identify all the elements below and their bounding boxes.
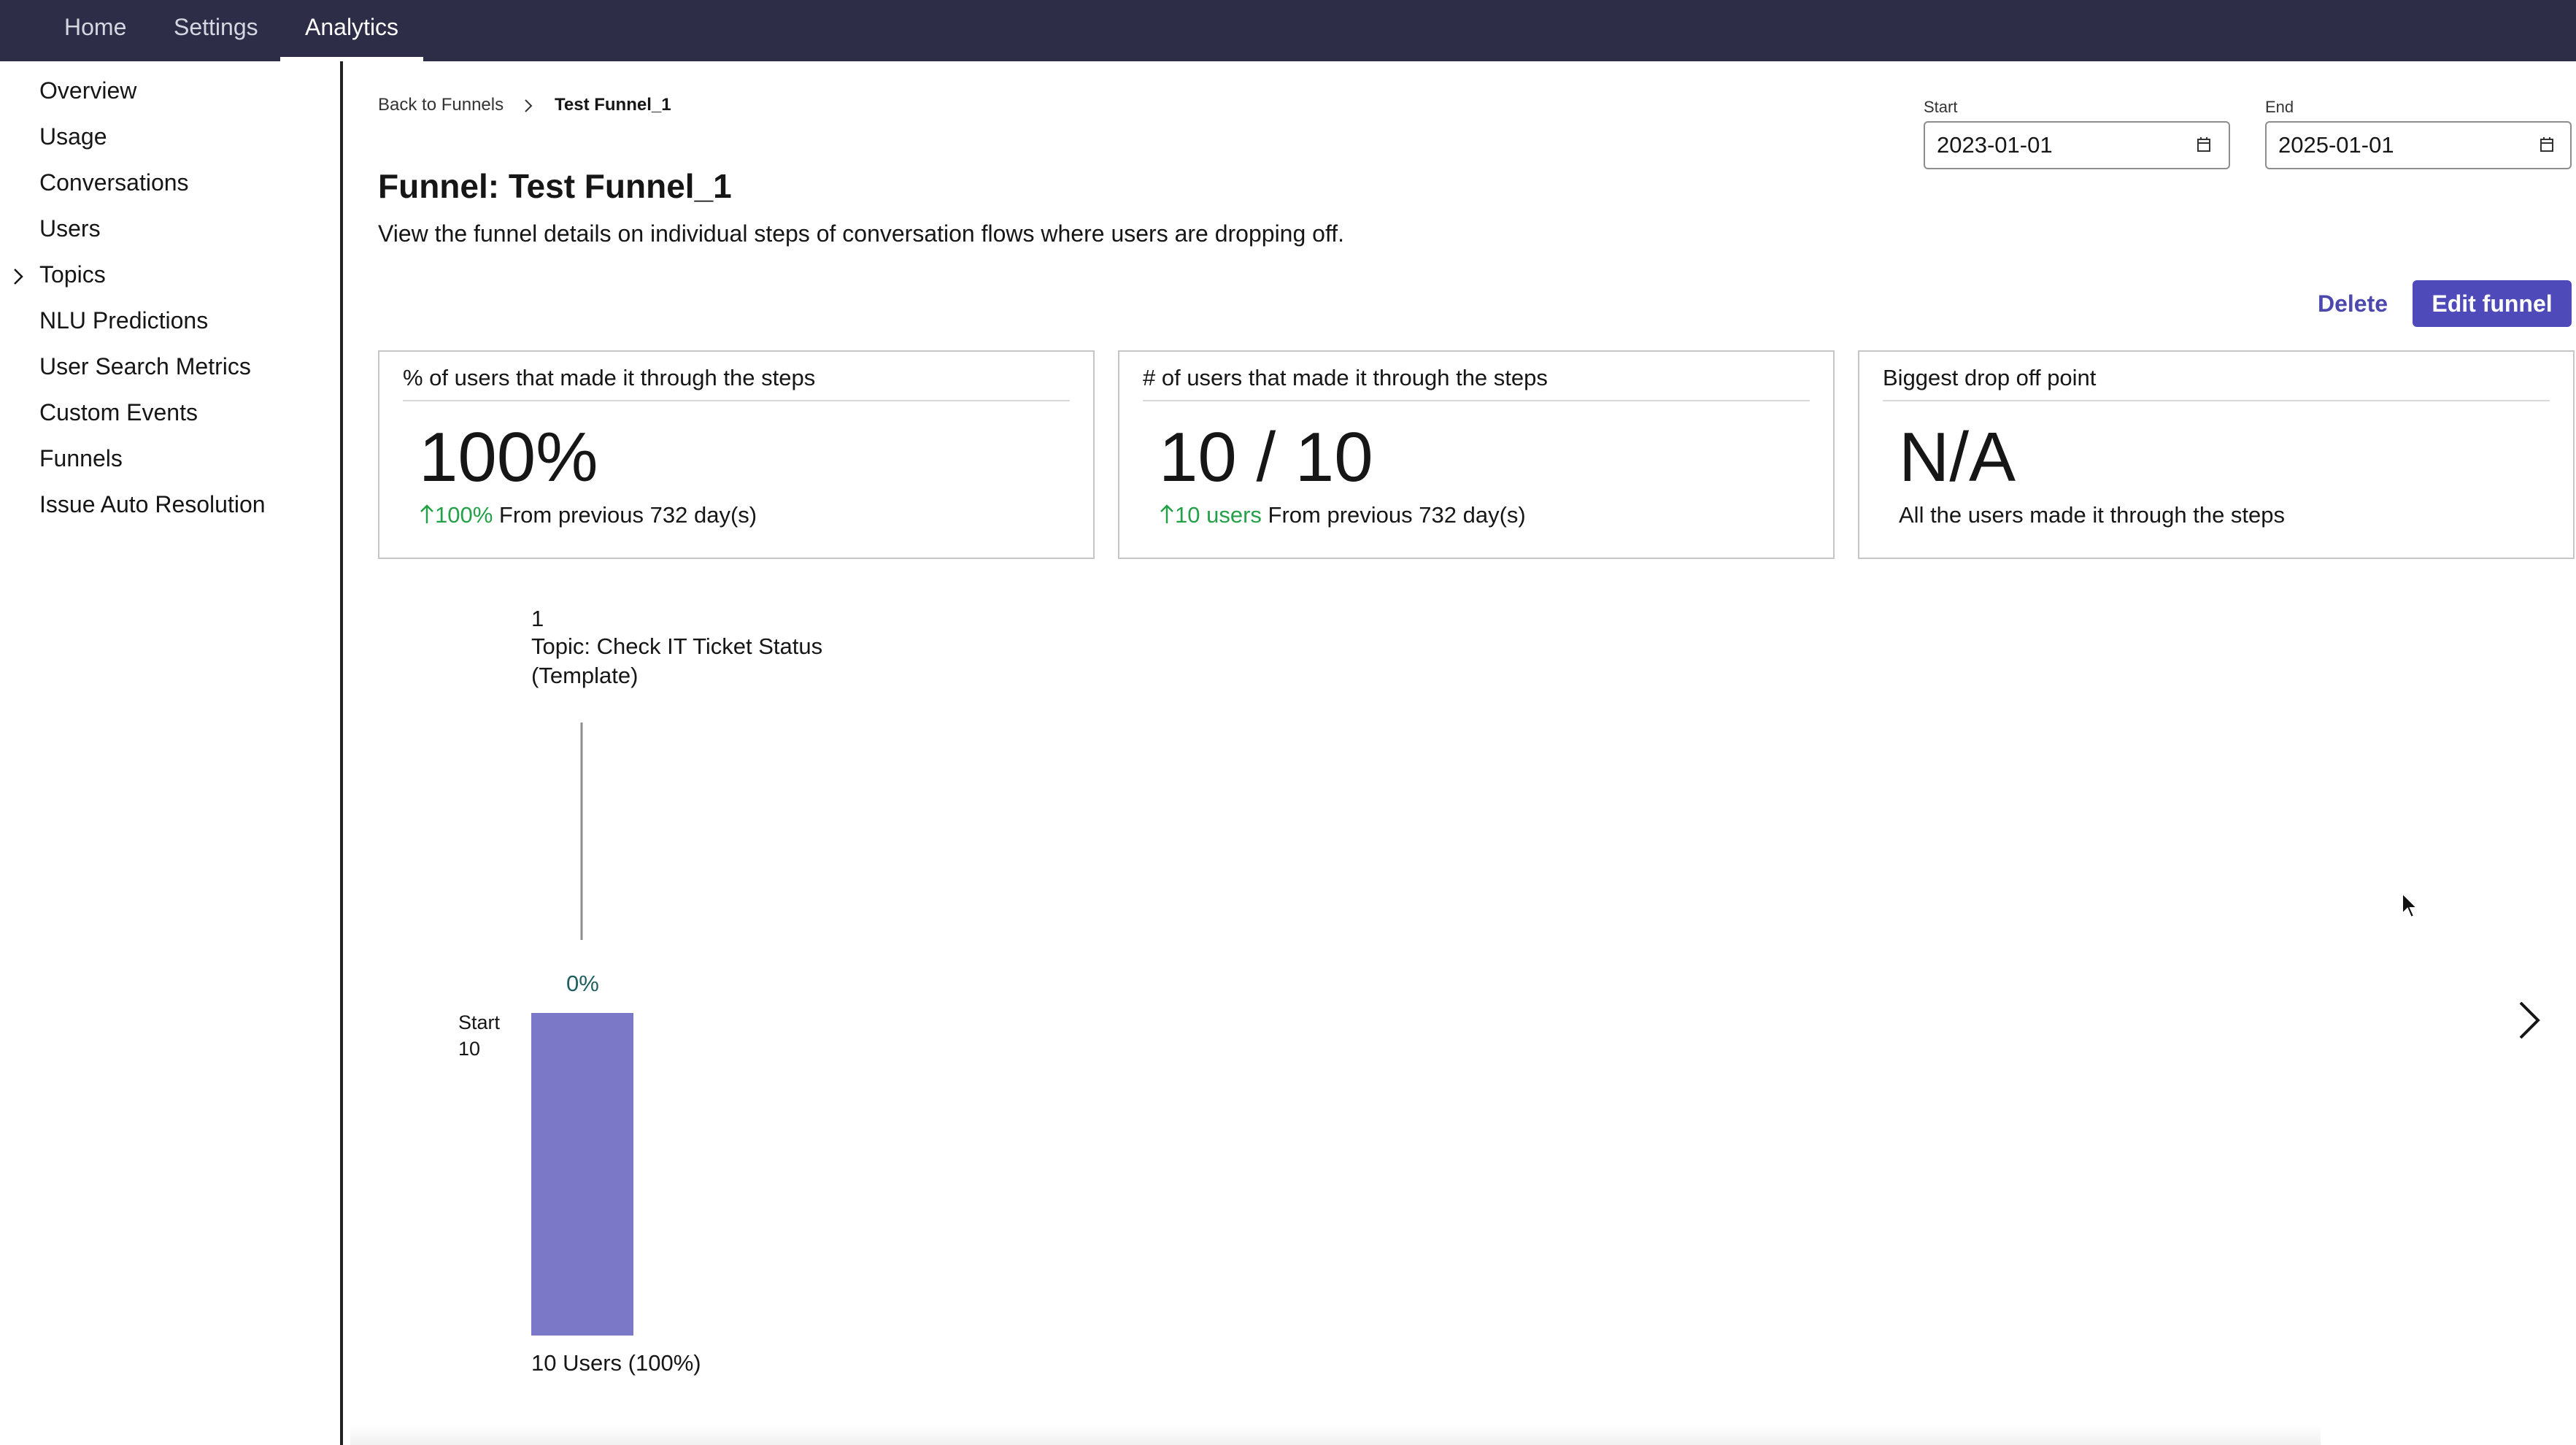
funnel-chart bbox=[531, 722, 633, 1336]
funnel-bar[interactable] bbox=[531, 1013, 633, 1336]
scroll-shadow bbox=[350, 1425, 2321, 1445]
chevron-right-icon[interactable] bbox=[2510, 998, 2547, 1042]
start-label: Start bbox=[458, 1012, 501, 1033]
mouse-cursor-icon bbox=[2402, 892, 2419, 919]
dropoff-percent-label: 0% bbox=[566, 971, 599, 996]
bar-users-label: 10 Users (100%) bbox=[531, 1350, 701, 1376]
start-count: 10 bbox=[458, 1038, 481, 1060]
